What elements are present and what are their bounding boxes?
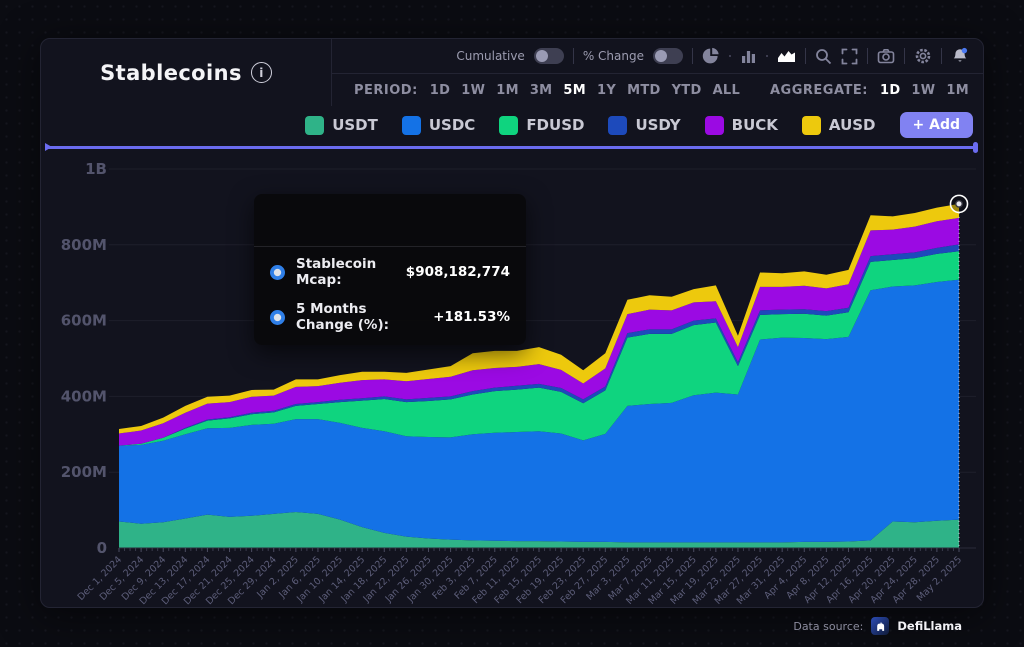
bullet-icon <box>270 265 285 280</box>
active-point-marker-dot <box>956 201 962 207</box>
divider <box>867 48 868 64</box>
cumulative-toggle[interactable] <box>534 48 564 64</box>
legend-row: USDT USDC FDUSD USDY BUCK AUSD + Add <box>41 106 983 144</box>
period-bar: PERIOD: 1D 1W 1M 3M 5M 1Y MTD YTD ALL AGGREGATE:… <box>332 74 983 106</box>
tooltip-label: Stablecoin Mcap: <box>296 256 395 288</box>
divider <box>692 48 693 64</box>
legend-label: FDUSD <box>526 116 584 134</box>
divider <box>941 48 942 64</box>
header-right: Cumulative % Change <box>332 39 983 106</box>
title-box: Stablecoins i <box>41 39 332 106</box>
data-source-brand: DefiLlama <box>897 619 962 633</box>
legend-item-buck[interactable]: BUCK <box>705 116 778 135</box>
tooltip-row: Stablecoin Mcap: $908,182,774 <box>254 247 526 292</box>
data-source: Data source: DefiLlama <box>793 617 962 635</box>
legend-swatch <box>499 116 518 135</box>
search-icon[interactable] <box>815 48 832 65</box>
defillama-logo-icon <box>871 617 889 635</box>
period-option-mtd[interactable]: MTD <box>627 83 661 98</box>
area-chart-icon[interactable] <box>777 48 796 64</box>
legend-item-usdy[interactable]: USDY <box>608 116 680 135</box>
dot-separator <box>766 55 768 57</box>
legend-label: AUSD <box>829 116 876 134</box>
y-axis-label: 600M <box>61 312 107 330</box>
legend-label: BUCK <box>732 116 778 134</box>
legend-items: USDT USDC FDUSD USDY BUCK AUSD <box>305 116 875 135</box>
camera-icon[interactable] <box>877 48 895 64</box>
y-axis-label: 0 <box>97 539 107 557</box>
legend-item-fdusd[interactable]: FDUSD <box>499 116 584 135</box>
period-option-1y[interactable]: 1Y <box>597 83 616 98</box>
legend-swatch <box>305 116 324 135</box>
aggregate-label: AGGREGATE: <box>770 83 868 98</box>
fullscreen-icon[interactable] <box>841 48 858 65</box>
tooltip-header <box>254 194 526 247</box>
time-brush[interactable] <box>46 146 976 149</box>
period-label: PERIOD: <box>354 83 418 98</box>
stablecoins-panel: Stablecoins i Cumulative % Change <box>40 38 984 608</box>
notifications-bell-icon[interactable] <box>951 47 969 65</box>
period-option-3m[interactable]: 3M <box>530 83 553 98</box>
toolbar: Cumulative % Change <box>332 39 983 74</box>
add-stablecoin-button[interactable]: + Add <box>900 112 973 138</box>
y-axis-label: 1B <box>85 160 107 178</box>
period-option-5m[interactable]: 5M <box>563 83 586 98</box>
period-option-ytd[interactable]: YTD <box>672 83 702 98</box>
legend-item-usdt[interactable]: USDT <box>305 116 378 135</box>
tooltip-row: 5 Months Change (%): +181.53% <box>254 292 526 337</box>
pie-chart-icon[interactable] <box>702 47 720 65</box>
notification-badge <box>962 48 967 53</box>
aggregate-options: 1D 1W 1M <box>880 83 969 98</box>
cumulative-label: Cumulative <box>456 49 525 63</box>
y-axis-label: 800M <box>61 236 107 254</box>
y-axis-label: 200M <box>61 463 107 481</box>
page-title: Stablecoins <box>100 61 242 85</box>
pct-change-label: % Change <box>583 49 644 63</box>
dot-separator <box>729 55 731 57</box>
divider <box>904 48 905 64</box>
legend-swatch <box>608 116 627 135</box>
tooltip-value: +181.53% <box>433 309 510 325</box>
period-group: PERIOD: 1D 1W 1M 3M 5M 1Y MTD YTD ALL <box>354 83 740 98</box>
legend-item-ausd[interactable]: AUSD <box>802 116 876 135</box>
tooltip-label: 5 Months Change (%): <box>296 301 422 333</box>
settings-gear-icon[interactable] <box>914 47 932 65</box>
divider <box>573 48 574 64</box>
aggregate-option-1m[interactable]: 1M <box>946 83 969 98</box>
bullet-icon <box>270 310 285 325</box>
data-source-label: Data source: <box>793 620 863 633</box>
legend-swatch <box>705 116 724 135</box>
bar-chart-icon[interactable] <box>740 48 757 65</box>
legend-label: USDC <box>429 116 475 134</box>
legend-label: USDY <box>635 116 680 134</box>
brush-handle-left[interactable] <box>45 143 52 151</box>
pct-change-toggle[interactable] <box>653 48 683 64</box>
aggregate-option-1w[interactable]: 1W <box>911 83 935 98</box>
period-option-1m[interactable]: 1M <box>496 83 519 98</box>
info-icon[interactable]: i <box>251 62 272 83</box>
legend-swatch <box>402 116 421 135</box>
legend-item-usdc[interactable]: USDC <box>402 116 475 135</box>
legend-swatch <box>802 116 821 135</box>
brush-handle-right[interactable] <box>973 142 978 153</box>
aggregate-option-1d[interactable]: 1D <box>880 83 900 98</box>
chart-tooltip: Stablecoin Mcap: $908,182,774 5 Months C… <box>254 194 526 345</box>
period-option-1w[interactable]: 1W <box>461 83 485 98</box>
tooltip-value: $908,182,774 <box>406 264 510 280</box>
legend-label: USDT <box>332 116 378 134</box>
y-axis-label: 400M <box>61 387 107 405</box>
period-options: 1D 1W 1M 3M 5M 1Y MTD YTD ALL <box>430 83 740 98</box>
period-option-1d[interactable]: 1D <box>430 83 450 98</box>
aggregate-group: AGGREGATE: 1D 1W 1M <box>770 83 969 98</box>
panel-header: Stablecoins i Cumulative % Change <box>41 39 983 106</box>
chart-area: 0200M400M600M800M1BDec 1, 2024Dec 5, 202… <box>41 144 983 607</box>
period-option-all[interactable]: ALL <box>713 83 741 98</box>
divider <box>805 48 806 64</box>
